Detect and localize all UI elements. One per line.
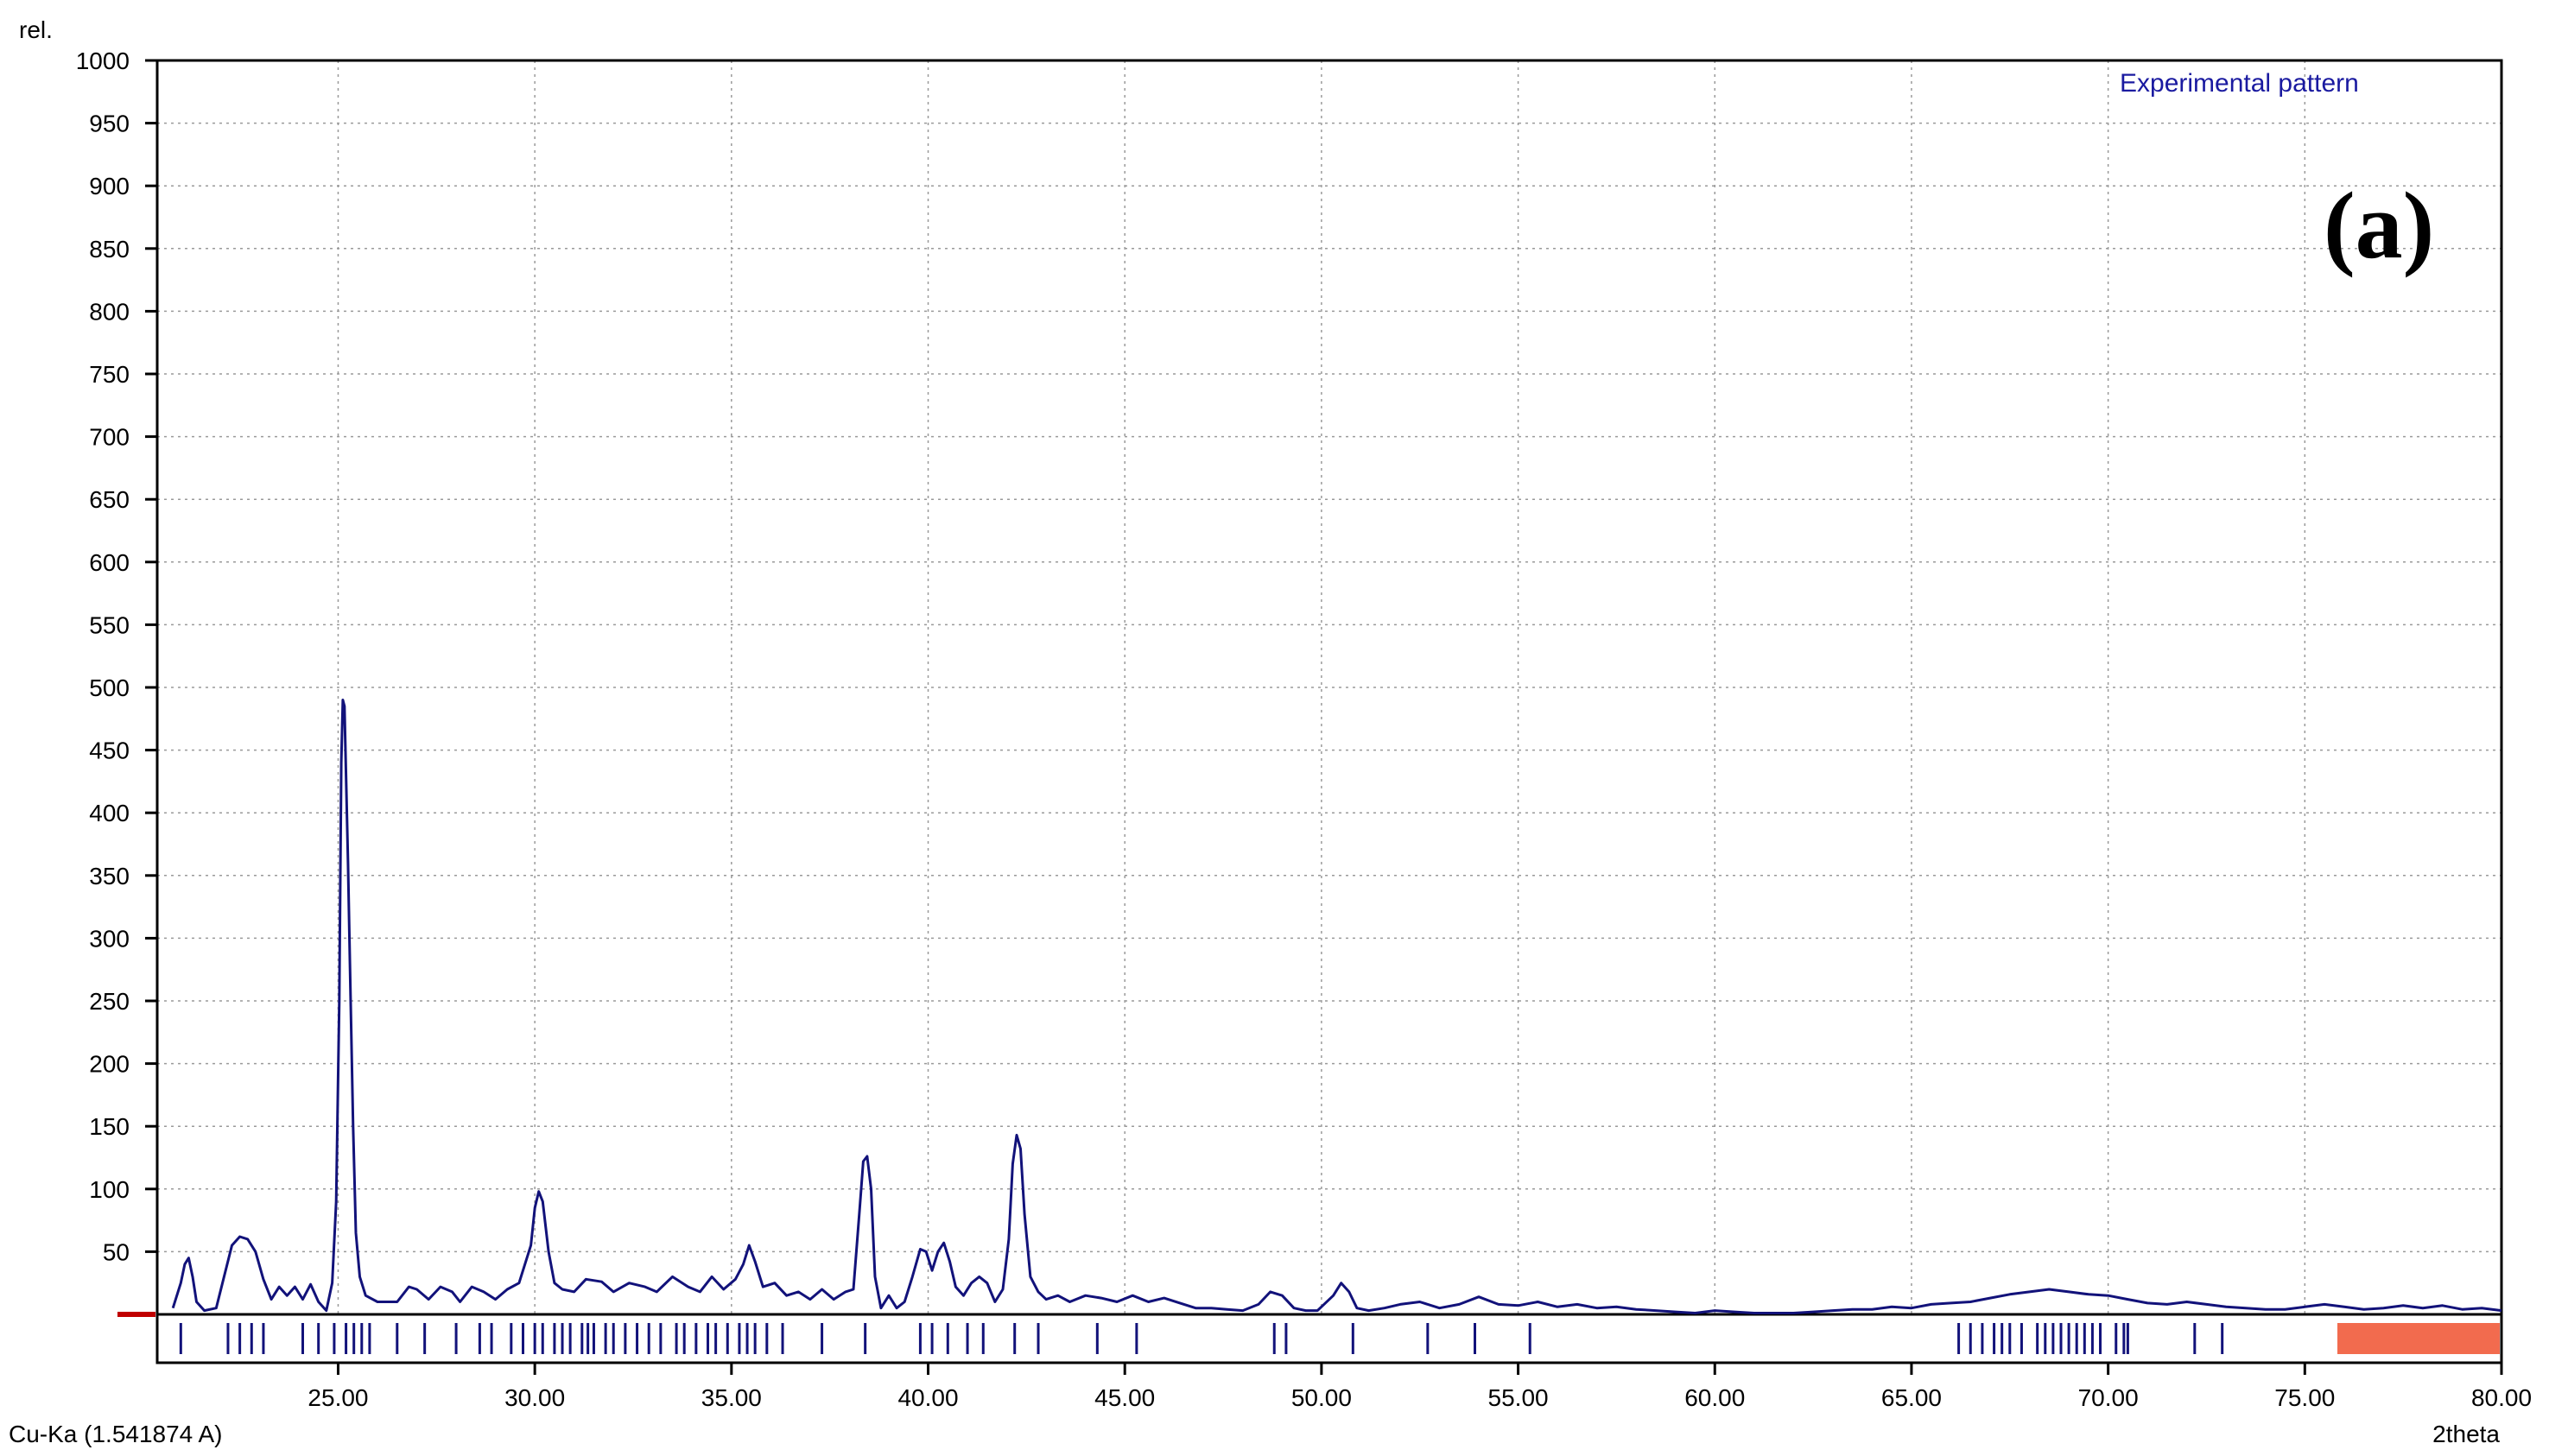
x-tick-label: 55.00 bbox=[1488, 1384, 1549, 1411]
x-tick-label: 40.00 bbox=[897, 1384, 958, 1411]
y-tick-label: 800 bbox=[89, 298, 130, 325]
y-tick-label: 300 bbox=[89, 925, 130, 952]
y-tick-label: 900 bbox=[89, 173, 130, 199]
radiation-label: Cu-Ka (1.541874 A) bbox=[9, 1421, 223, 1447]
y-tick-label: 1000 bbox=[76, 47, 130, 74]
y-unit-label: rel. bbox=[19, 16, 53, 43]
reference-peak-markers bbox=[179, 1323, 2224, 1354]
x-tick-label: 30.00 bbox=[504, 1384, 565, 1411]
grid-lines bbox=[157, 60, 2502, 1314]
x-tick-label: 45.00 bbox=[1094, 1384, 1155, 1411]
reference-strip-frame bbox=[155, 1313, 2503, 1364]
y-axis: 50 100 150 200 250 300 350 400 450 500 550 600 650 70… bbox=[76, 47, 157, 1265]
y-tick-label: 250 bbox=[89, 988, 130, 1015]
xrd-chart: rel. 50 100 150 200 250 300 350 400 450 500 550 600… bbox=[9, 16, 2532, 1447]
x-axis: 25.00 30.00 35.00 40.00 45.00 50.00 55.00 60.00… bbox=[308, 1363, 2532, 1411]
y-tick-label: 350 bbox=[89, 863, 130, 889]
x-tick-label: 25.00 bbox=[308, 1384, 368, 1411]
y-tick-label: 500 bbox=[89, 674, 130, 701]
y-tick-label: 50 bbox=[103, 1238, 130, 1265]
legend-entry: Experimental pattern bbox=[2120, 69, 2359, 98]
y-tick-label: 950 bbox=[89, 111, 130, 137]
x-tick-label: 35.00 bbox=[701, 1384, 762, 1411]
x-tick-label: 70.00 bbox=[2078, 1384, 2139, 1411]
y-tick-label: 750 bbox=[89, 361, 130, 388]
x-tick-label: 50.00 bbox=[1291, 1384, 1352, 1411]
y-tick-label: 600 bbox=[89, 549, 130, 576]
x-axis-label: 2theta bbox=[2432, 1421, 2500, 1447]
x-tick-label: 75.00 bbox=[2274, 1384, 2335, 1411]
y-tick-label: 200 bbox=[89, 1051, 130, 1078]
x-tick-label: 60.00 bbox=[1684, 1384, 1745, 1411]
y-tick-label: 400 bbox=[89, 800, 130, 826]
series-layer bbox=[171, 699, 2502, 1314]
y-tick-label: 150 bbox=[89, 1113, 130, 1140]
series-line bbox=[171, 699, 2502, 1314]
panel-label: (a) bbox=[2324, 173, 2434, 278]
x-tick-label: 65.00 bbox=[1881, 1384, 1942, 1411]
y-tick-label: 550 bbox=[89, 611, 130, 638]
x-tick-label: 80.00 bbox=[2471, 1384, 2532, 1411]
y-tick-label: 850 bbox=[89, 236, 130, 263]
baseline-marker bbox=[117, 1312, 155, 1317]
range-indicator-bar bbox=[2337, 1323, 2500, 1354]
y-tick-label: 450 bbox=[89, 737, 130, 764]
y-tick-label: 650 bbox=[89, 486, 130, 513]
y-tick-label: 700 bbox=[89, 424, 130, 451]
y-tick-label: 100 bbox=[89, 1176, 130, 1203]
